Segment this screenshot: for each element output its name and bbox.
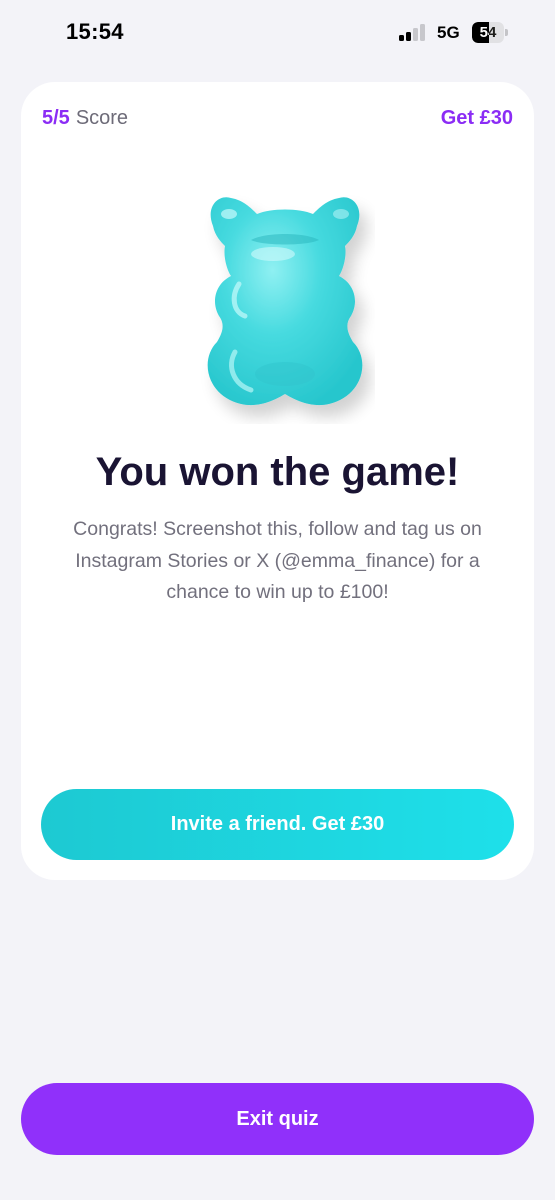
signal-bar [413, 28, 418, 41]
battery-cap [505, 29, 508, 36]
battery-level: 54 [479, 24, 497, 41]
result-message: Congrats! Screenshot this, follow and ta… [73, 518, 482, 603]
gummy-bear-icon [207, 197, 363, 406]
score-value: 5/5 [42, 107, 70, 129]
score-indicator: 5/5 Score [42, 107, 128, 130]
status-time: 15:54 [66, 19, 124, 44]
signal-bar [406, 32, 411, 41]
battery-icon: 54 [472, 22, 508, 43]
result-title: You won the game! [95, 450, 460, 494]
network-type-label: 5G [437, 23, 460, 42]
result-card: 5/5 Score Get £30 You won the game! Cong… [21, 82, 534, 880]
score-label: Score [75, 107, 129, 129]
signal-bar [399, 35, 404, 41]
signal-bar [420, 24, 425, 41]
status-bar: 15:54 5G 54 [0, 0, 555, 66]
invite-friend-button[interactable]: Invite a friend. Get £30 [41, 789, 514, 860]
get-reward-link[interactable]: Get £30 [441, 107, 513, 130]
battery-body: 54 [472, 22, 504, 43]
exit-quiz-button[interactable]: Exit quiz [21, 1083, 534, 1155]
cellular-signal-icon [399, 23, 429, 41]
